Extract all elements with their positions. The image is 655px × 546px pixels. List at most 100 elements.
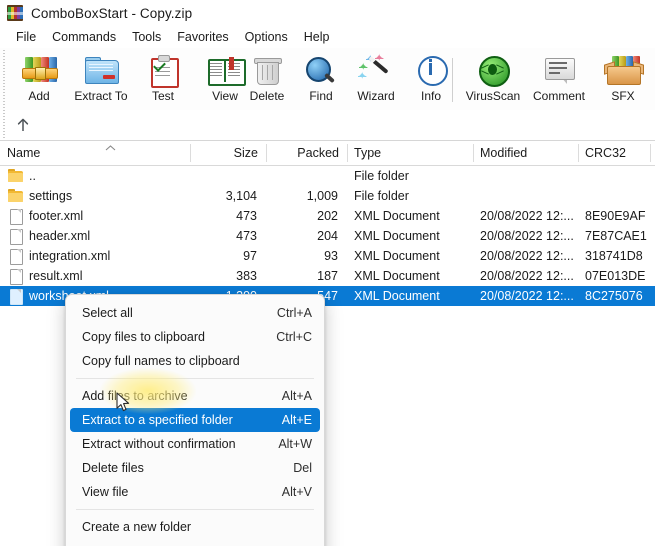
menu-favorites[interactable]: Favorites	[169, 28, 236, 46]
cell-type: XML Document	[354, 249, 440, 263]
menu-commands[interactable]: Commands	[44, 28, 124, 46]
navigation-grip[interactable]	[3, 110, 5, 140]
table-row[interactable]: header.xml 473 204 XML Document 20/08/20…	[0, 226, 655, 246]
cell-modified: 20/08/2022 12:...	[480, 249, 574, 263]
cell-crc32: 8C275076	[585, 289, 643, 303]
column-header-crc32[interactable]: CRC32	[578, 141, 655, 165]
cell-packed: 202	[317, 209, 338, 223]
menu-item-shortcut: Alt+A	[281, 389, 312, 403]
find-magnifier-icon	[301, 54, 341, 88]
cell-packed: 204	[317, 229, 338, 243]
toolbar-label: Info	[420, 89, 441, 103]
toolbar-grip[interactable]	[3, 50, 5, 108]
cell-type: XML Document	[354, 289, 440, 303]
column-header-size[interactable]: Size	[190, 141, 266, 165]
menu-item-shortcut: Alt+W	[278, 437, 312, 451]
table-row[interactable]: settings 3,104 1,009 File folder	[0, 186, 655, 206]
cell-crc32: 318741D8	[585, 249, 643, 263]
context-menu-item-copy-files-to-clipboard[interactable]: Copy files to clipboard Ctrl+C	[66, 325, 324, 349]
toolbar-label: Test	[151, 89, 174, 103]
column-header-modified[interactable]: Modified	[473, 141, 578, 165]
cell-type: XML Document	[354, 229, 440, 243]
menu-item-label: View file	[82, 485, 129, 499]
context-menu-item-add-files-to-archive[interactable]: Add files to archive Alt+A	[66, 384, 324, 408]
toolbar-button-comment[interactable]: Comment	[528, 52, 590, 108]
menu-item-shortcut: Del	[293, 461, 312, 475]
menu-help[interactable]: Help	[296, 28, 338, 46]
cell-size: 3,104	[225, 189, 257, 203]
cell-name: result.xml	[29, 269, 83, 283]
arrow-up-icon	[16, 118, 30, 133]
navigation-bar	[0, 110, 655, 140]
wizard-wand-icon: ✦✦✦✦	[356, 54, 396, 88]
toolbar-label: Extract To	[74, 89, 128, 103]
table-row[interactable]: footer.xml 473 202 XML Document 20/08/20…	[0, 206, 655, 226]
cell-crc32	[578, 166, 655, 186]
toolbar-button-delete[interactable]: Delete	[236, 52, 298, 108]
table-row[interactable]: integration.xml 97 93 XML Document 20/08…	[0, 246, 655, 266]
cell-type: File folder	[354, 189, 409, 203]
add-archive-icon	[19, 54, 59, 88]
virus-scan-icon	[473, 54, 513, 88]
menu-item-label: Delete files	[82, 461, 144, 475]
cell-size: 383	[236, 269, 257, 283]
cell-modified: 20/08/2022 12:...	[480, 269, 574, 283]
cell-size: 473	[236, 209, 257, 223]
context-menu-item-copy-full-names-to-clipboard[interactable]: Copy full names to clipboard	[66, 349, 324, 373]
column-header-name[interactable]: Name	[0, 141, 190, 165]
caret-up-icon	[105, 145, 116, 151]
cell-name: ..	[29, 169, 36, 183]
menu-tools[interactable]: Tools	[124, 28, 169, 46]
table-row[interactable]: result.xml 383 187 XML Document 20/08/20…	[0, 266, 655, 286]
toolbar-button-sfx[interactable]: SFX	[592, 52, 654, 108]
sfx-box-icon	[603, 54, 644, 88]
info-circle-icon	[411, 54, 451, 88]
toolbar-separator	[452, 58, 453, 102]
table-row[interactable]: .. File folder	[0, 166, 655, 186]
context-menu-item-view-file[interactable]: View file Alt+V	[66, 480, 324, 504]
cell-name: integration.xml	[29, 249, 111, 263]
toolbar-label: Delete	[249, 89, 285, 103]
context-menu[interactable]: Select all Ctrl+A Copy files to clipboar…	[65, 294, 325, 546]
winrar-books-icon	[7, 5, 23, 21]
context-menu-item-delete-files[interactable]: Delete files Del	[66, 456, 324, 480]
toolbar-button-test[interactable]: Test	[132, 52, 194, 108]
window-title: ComboBoxStart - Copy.zip	[31, 5, 193, 21]
toolbar-button-extract-to[interactable]: Extract To	[70, 52, 132, 108]
context-menu-item-extract-to-a-specified-folder[interactable]: Extract to a specified folder Alt+E	[70, 408, 320, 432]
cell-size: 473	[236, 229, 257, 243]
cell-crc32: 8E90E9AF	[585, 209, 646, 223]
context-menu-item-create-a-new-folder[interactable]: Create a new folder	[66, 515, 324, 539]
file-rows: .. File folder settings 3,104 1,009 File…	[0, 166, 655, 306]
winrar-window: ComboBoxStart - Copy.zip File Commands T…	[0, 0, 655, 546]
column-divider[interactable]	[650, 144, 651, 162]
cell-size	[190, 166, 266, 186]
cell-packed: 93	[324, 249, 338, 263]
toolbar-button-virusscan[interactable]: VirusScan	[462, 52, 524, 108]
menu-item-label: Extract to a specified folder	[82, 413, 233, 427]
cell-modified	[473, 186, 578, 206]
cell-modified: 20/08/2022 12:...	[480, 229, 574, 243]
toolbar-button-wizard[interactable]: ✦✦✦✦ Wizard	[345, 52, 407, 108]
toolbar-label: VirusScan	[465, 89, 521, 103]
toolbar-label: Wizard	[357, 89, 395, 103]
context-menu-item-select-all[interactable]: Select all Ctrl+A	[66, 301, 324, 325]
toolbar-button-add[interactable]: Add	[8, 52, 70, 108]
menu-options[interactable]: Options	[237, 28, 296, 46]
menu-file[interactable]: File	[8, 28, 44, 46]
context-menu-item-extract-without-confirmation[interactable]: Extract without confirmation Alt+W	[66, 432, 324, 456]
column-header-type[interactable]: Type	[347, 141, 473, 165]
context-menu-item-rename[interactable]: Rename	[66, 539, 324, 546]
toolbar-label: Find	[309, 89, 333, 103]
cell-modified: 20/08/2022 12:...	[480, 289, 574, 303]
toolbar-label: SFX	[611, 89, 635, 103]
toolbar-button-find[interactable]: Find	[290, 52, 352, 108]
title-bar: ComboBoxStart - Copy.zip	[0, 0, 655, 26]
toolbar-label: View	[212, 89, 238, 103]
menu-item-label: Select all	[82, 306, 133, 320]
delete-trash-icon	[247, 54, 287, 88]
up-one-level-button[interactable]	[12, 114, 34, 136]
menu-bar: File Commands Tools Favorites Options He…	[0, 26, 655, 48]
cell-type: XML Document	[354, 209, 440, 223]
column-header-packed[interactable]: Packed	[266, 141, 347, 165]
